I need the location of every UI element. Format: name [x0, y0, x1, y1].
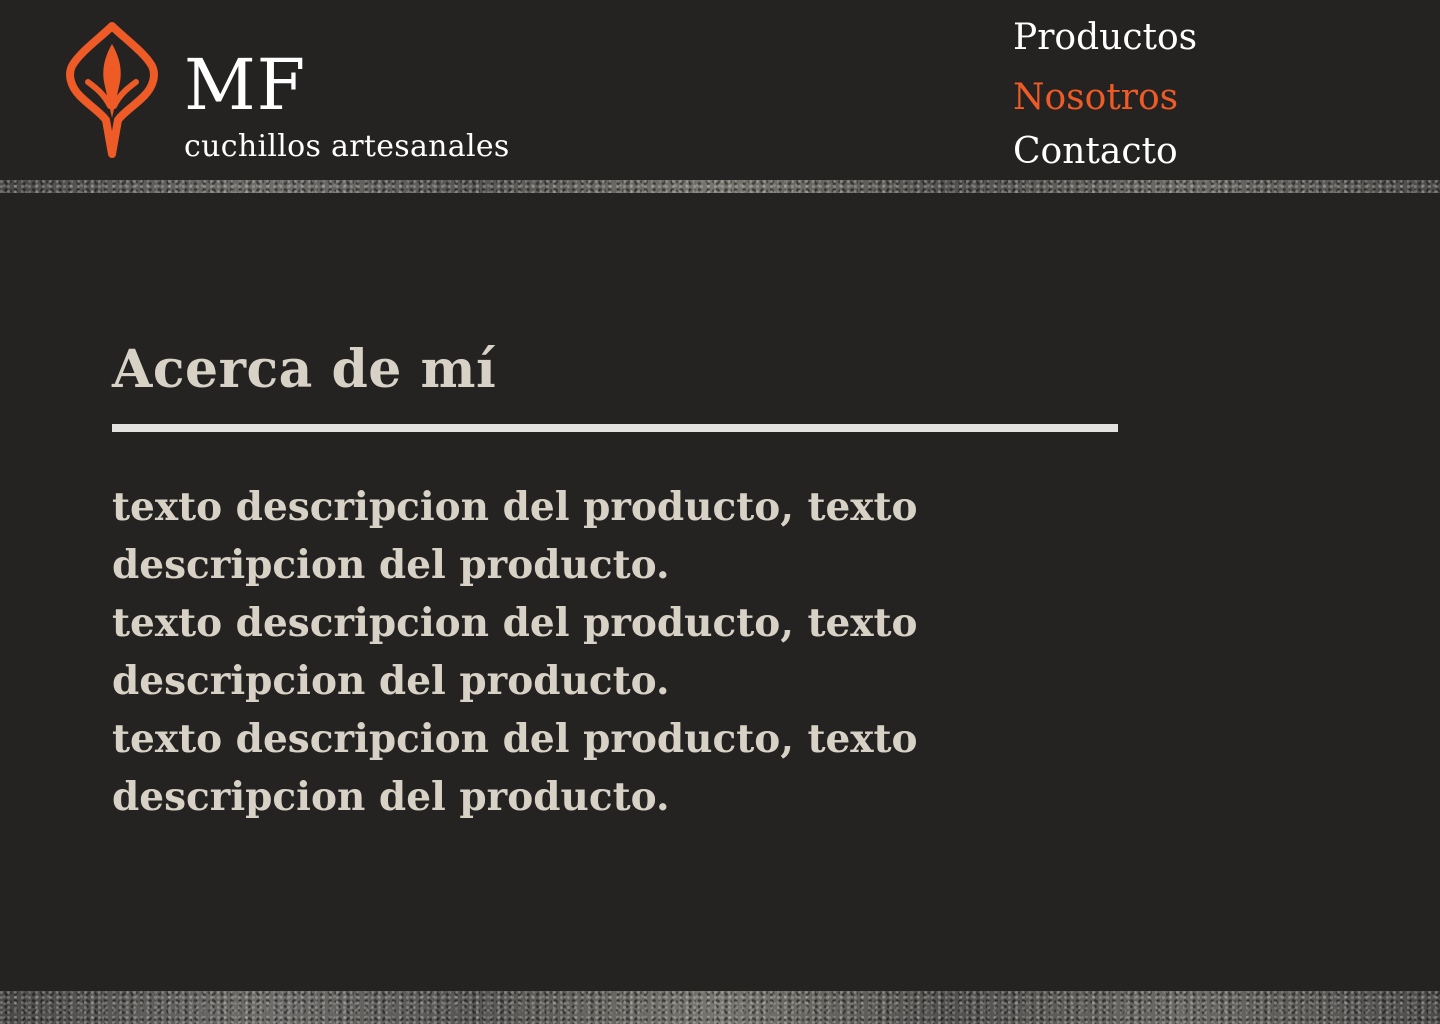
- nav-item-contacto[interactable]: Contacto: [1013, 130, 1178, 174]
- description-line: texto descripcion del producto, texto: [112, 716, 918, 762]
- description-line: descripcion del producto.: [112, 658, 670, 704]
- brand-name[interactable]: MF: [184, 42, 306, 128]
- stone-texture-footer: [0, 991, 1440, 1024]
- site-header: MF cuchillos artesanales Productos Nosot…: [0, 0, 1440, 180]
- nav-item-productos[interactable]: Productos: [1013, 16, 1197, 60]
- knife-shield-icon[interactable]: [66, 22, 158, 158]
- description-line: descripcion del producto.: [112, 542, 670, 588]
- about-title: Acerca de mí: [112, 339, 497, 400]
- about-description: texto descripcion del producto, texto de…: [112, 478, 918, 826]
- title-divider: [112, 424, 1118, 432]
- description-line: texto descripcion del producto, texto: [112, 484, 918, 530]
- description-line: texto descripcion del producto, texto: [112, 600, 918, 646]
- stone-texture-band: [0, 180, 1440, 193]
- brand-tagline: cuchillos artesanales: [184, 129, 510, 164]
- description-line: descripcion del producto.: [112, 774, 670, 820]
- nav-item-nosotros[interactable]: Nosotros: [1013, 76, 1178, 120]
